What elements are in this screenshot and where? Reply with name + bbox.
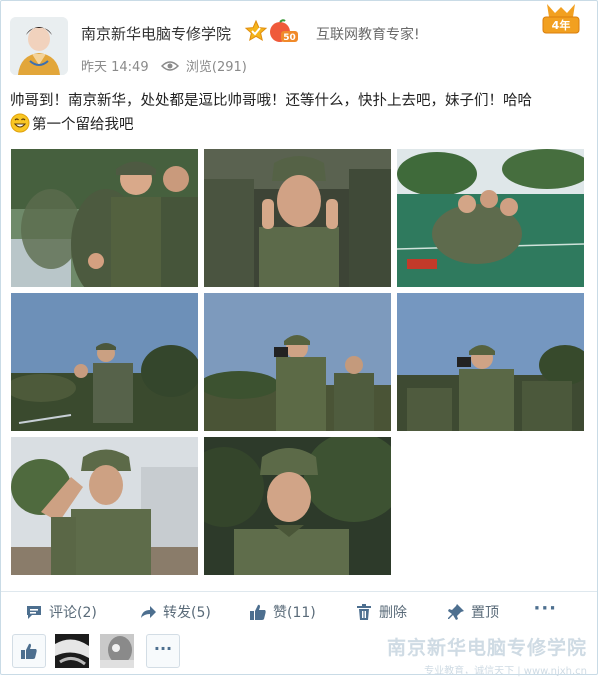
photo-7[interactable] <box>11 437 198 575</box>
more-actions-button[interactable]: ··· <box>533 598 557 619</box>
photo-1[interactable] <box>11 149 198 287</box>
post-card: 南京新华电脑专修学院 50 互联网教育专家! 4年 昨天 14:49 浏览(29… <box>0 0 598 677</box>
quick-like-button[interactable] <box>12 634 46 668</box>
photo-4[interactable] <box>11 293 198 431</box>
grin-emoji-icon <box>10 113 30 133</box>
level-badge-text: 50 <box>283 33 296 43</box>
post-time[interactable]: 昨天 14:49 <box>81 60 149 75</box>
liker-avatar-image <box>100 634 134 668</box>
photo-3-image <box>397 149 584 287</box>
comment-label: 评论(2) <box>49 605 97 621</box>
comment-button[interactable]: 评论(2) <box>25 602 97 622</box>
liker-avatar[interactable] <box>55 634 89 668</box>
liker-avatar-image <box>55 634 89 668</box>
trash-icon <box>357 604 371 620</box>
photo-5[interactable] <box>204 293 391 431</box>
like-label: 赞(11) <box>273 605 316 621</box>
photo-5-image <box>204 293 391 431</box>
pin-label: 置顶 <box>471 605 499 621</box>
photo-7-image <box>11 437 198 575</box>
watermark: 南京新华电脑专修学院 专业教育，诚信天下 | www.njxh.cn <box>387 633 587 677</box>
watermark-title: 南京新华电脑专修学院 <box>386 637 587 659</box>
avatar[interactable] <box>10 17 68 75</box>
repost-label: 转发(5) <box>163 605 211 621</box>
post-text-line2-row: 第一个留给我吧 <box>10 113 585 137</box>
like-button[interactable]: 赞(11) <box>249 602 316 622</box>
star-badge-icon[interactable] <box>244 19 268 43</box>
pin-icon <box>448 604 464 620</box>
level-badge-icon[interactable]: 50 <box>269 19 299 43</box>
view-count: 浏览(291) <box>185 60 247 75</box>
post-meta: 昨天 14:49 浏览(291) <box>81 56 247 75</box>
delete-button[interactable]: 删除 <box>355 602 407 622</box>
tagline: 互联网教育专家! <box>316 27 420 43</box>
more-likers-button[interactable]: ··· <box>146 634 180 668</box>
years-badge-text: 4年 <box>552 18 571 32</box>
photo-2[interactable] <box>204 149 391 287</box>
post-text-line1: 帅哥到！南京新华，处处都是逗比帅哥哦！还等什么，快扑上去吧，妹子们！哈哈 <box>10 93 532 109</box>
pin-button[interactable]: 置顶 <box>447 602 499 622</box>
avatar-image <box>10 17 68 75</box>
repost-arrow-icon <box>141 606 156 618</box>
photo-6-image <box>397 293 584 431</box>
photo-1-image <box>11 149 198 287</box>
photo-8[interactable] <box>204 437 391 575</box>
action-toolbar: 评论(2) 转发(5) 赞(11) 删除 置顶 ··· <box>1 591 597 632</box>
thumbs-up-icon <box>21 643 37 659</box>
photo-8-image <box>204 437 391 575</box>
photo-4-image <box>11 293 198 431</box>
post-text: 帅哥到！南京新华，处处都是逗比帅哥哦！还等什么，快扑上去吧，妹子们！哈哈 第一个… <box>10 89 585 137</box>
comment-icon <box>27 606 41 619</box>
post-text-line2: 第一个留给我吧 <box>32 117 134 133</box>
liker-avatar[interactable] <box>100 634 134 668</box>
eye-icon <box>160 60 179 71</box>
photo-3[interactable] <box>397 149 584 287</box>
thumbs-up-icon <box>250 604 266 620</box>
photo-6[interactable] <box>397 293 584 431</box>
photo-2-image <box>204 149 391 287</box>
repost-button[interactable]: 转发(5) <box>139 602 211 622</box>
account-name[interactable]: 南京新华电脑专修学院 <box>81 23 231 44</box>
delete-label: 删除 <box>379 605 407 621</box>
years-badge-icon[interactable]: 4年 <box>537 3 585 37</box>
